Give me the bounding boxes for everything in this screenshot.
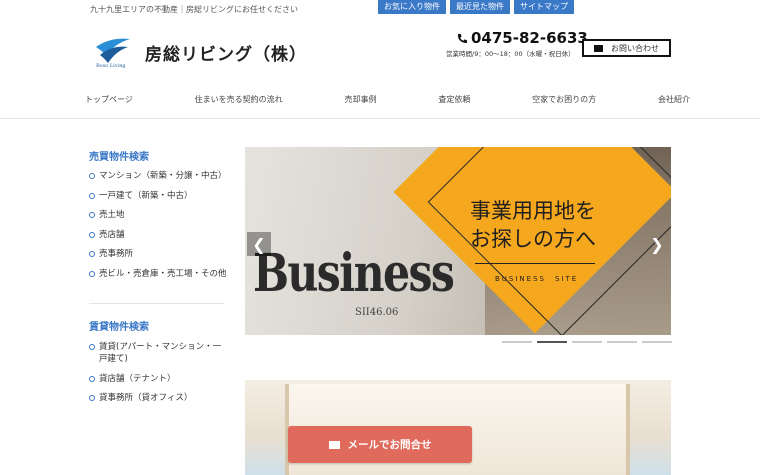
bullet-icon — [89, 344, 95, 350]
phone-icon — [457, 33, 468, 43]
rent-search-list: 賃貸(アパート・マンション・一戸建て) 貸店舗（テナント） 貸事務所（貸オフィス… — [89, 341, 229, 412]
mail-contact-button[interactable]: メールでお問合せ — [288, 426, 472, 463]
slider-bg-word: Business — [253, 243, 455, 304]
slider-bg-number: SII46.06 — [355, 307, 399, 318]
bullet-icon — [89, 395, 95, 401]
slider-dot[interactable] — [642, 341, 672, 343]
slider-dot[interactable] — [502, 341, 532, 343]
rent-item-residential[interactable]: 賃貸(アパート・マンション・一戸建て) — [89, 341, 229, 365]
slider-subline: BUSINESS SITE — [495, 275, 579, 283]
slider-dot[interactable] — [572, 341, 602, 343]
sale-item-mansion[interactable]: マンション（新築・分譲・中古） — [89, 167, 227, 187]
rent-item-office[interactable]: 貸事務所（貸オフィス） — [89, 392, 229, 404]
bullet-icon — [89, 212, 95, 218]
nav-vacant-house[interactable]: 空家でお困りの方 — [532, 94, 596, 105]
nav-sell-flow[interactable]: 住まいを売る契約の流れ — [195, 94, 283, 105]
bullet-icon — [89, 192, 95, 199]
bullet-icon — [89, 231, 95, 238]
sale-search-heading: 売買物件検索 — [89, 152, 149, 163]
sidebar-divider — [89, 303, 224, 304]
nav-top[interactable]: トップページ — [85, 94, 133, 105]
nav-sale-cases[interactable]: 売却事例 — [345, 94, 377, 105]
company-name[interactable]: 房総リビング（株） — [145, 40, 307, 65]
chevron-left-icon[interactable]: ❮ — [247, 232, 271, 256]
sale-item-office[interactable]: 売事務所 — [89, 245, 227, 265]
favorites-link[interactable]: お気に入り物件 — [378, 0, 446, 14]
sale-item-land[interactable]: 売土地 — [89, 206, 227, 226]
business-hours: 営業時間/9：00〜18：00（水曜・祝日休） — [446, 50, 575, 58]
bullet-icon — [89, 251, 95, 257]
sale-item-other[interactable]: 売ビル・売倉庫・売工場・その他 — [89, 265, 227, 285]
main-nav: トップページ 住まいを売る契約の流れ 売却事例 査定依頼 空家でお困りの方 会社… — [85, 94, 690, 105]
chevron-right-icon[interactable]: ❯ — [645, 232, 669, 256]
bullet-icon — [89, 375, 95, 382]
rent-search-heading: 賃貸物件検索 — [89, 322, 149, 333]
phone-text: 0475-82-6633 — [471, 29, 588, 47]
sale-search-list: マンション（新築・分譲・中古） 一戸建て（新築・中古） 売土地 売店舗 売事務所… — [89, 167, 227, 284]
slider-pagination — [502, 341, 672, 343]
sale-item-house[interactable]: 一戸建て（新築・中古） — [89, 187, 227, 207]
slider-headline: 事業用用地を お探しの方へ — [470, 199, 596, 251]
recently-viewed-link[interactable]: 最近見た物件 — [450, 0, 510, 14]
site-tagline: 九十九里エリアの不動産｜房総リビングにお任せください — [90, 5, 298, 14]
logo-subtext: Boso Living — [96, 63, 126, 69]
nav-divider — [0, 118, 760, 119]
sitemap-link[interactable]: サイトマップ — [514, 0, 574, 14]
phone-number[interactable]: 0475-82-6633 — [457, 29, 588, 47]
nav-appraisal[interactable]: 査定依頼 — [438, 94, 470, 105]
contact-button[interactable]: お問い合わせ — [582, 39, 671, 57]
rent-item-store[interactable]: 貸店舗（テナント） — [89, 373, 229, 385]
slider-dot-active[interactable] — [537, 341, 567, 343]
sale-item-store[interactable]: 売店舗 — [89, 226, 227, 246]
top-links: お気に入り物件 最近見た物件 サイトマップ — [378, 0, 574, 14]
envelope-icon — [328, 440, 340, 449]
envelope-icon — [594, 44, 603, 52]
slider-rule — [475, 263, 595, 264]
bullet-icon — [89, 270, 95, 277]
contact-button-label: お問い合わせ — [611, 43, 659, 53]
bullet-icon — [89, 173, 95, 179]
slider-dot[interactable] — [607, 341, 637, 343]
mail-contact-label: メールでお問合せ — [347, 439, 432, 451]
hero-slider[interactable]: Business SII46.06 事業用用地を お探しの方へ BUSINESS… — [245, 147, 671, 335]
nav-company[interactable]: 会社紹介 — [658, 94, 690, 105]
